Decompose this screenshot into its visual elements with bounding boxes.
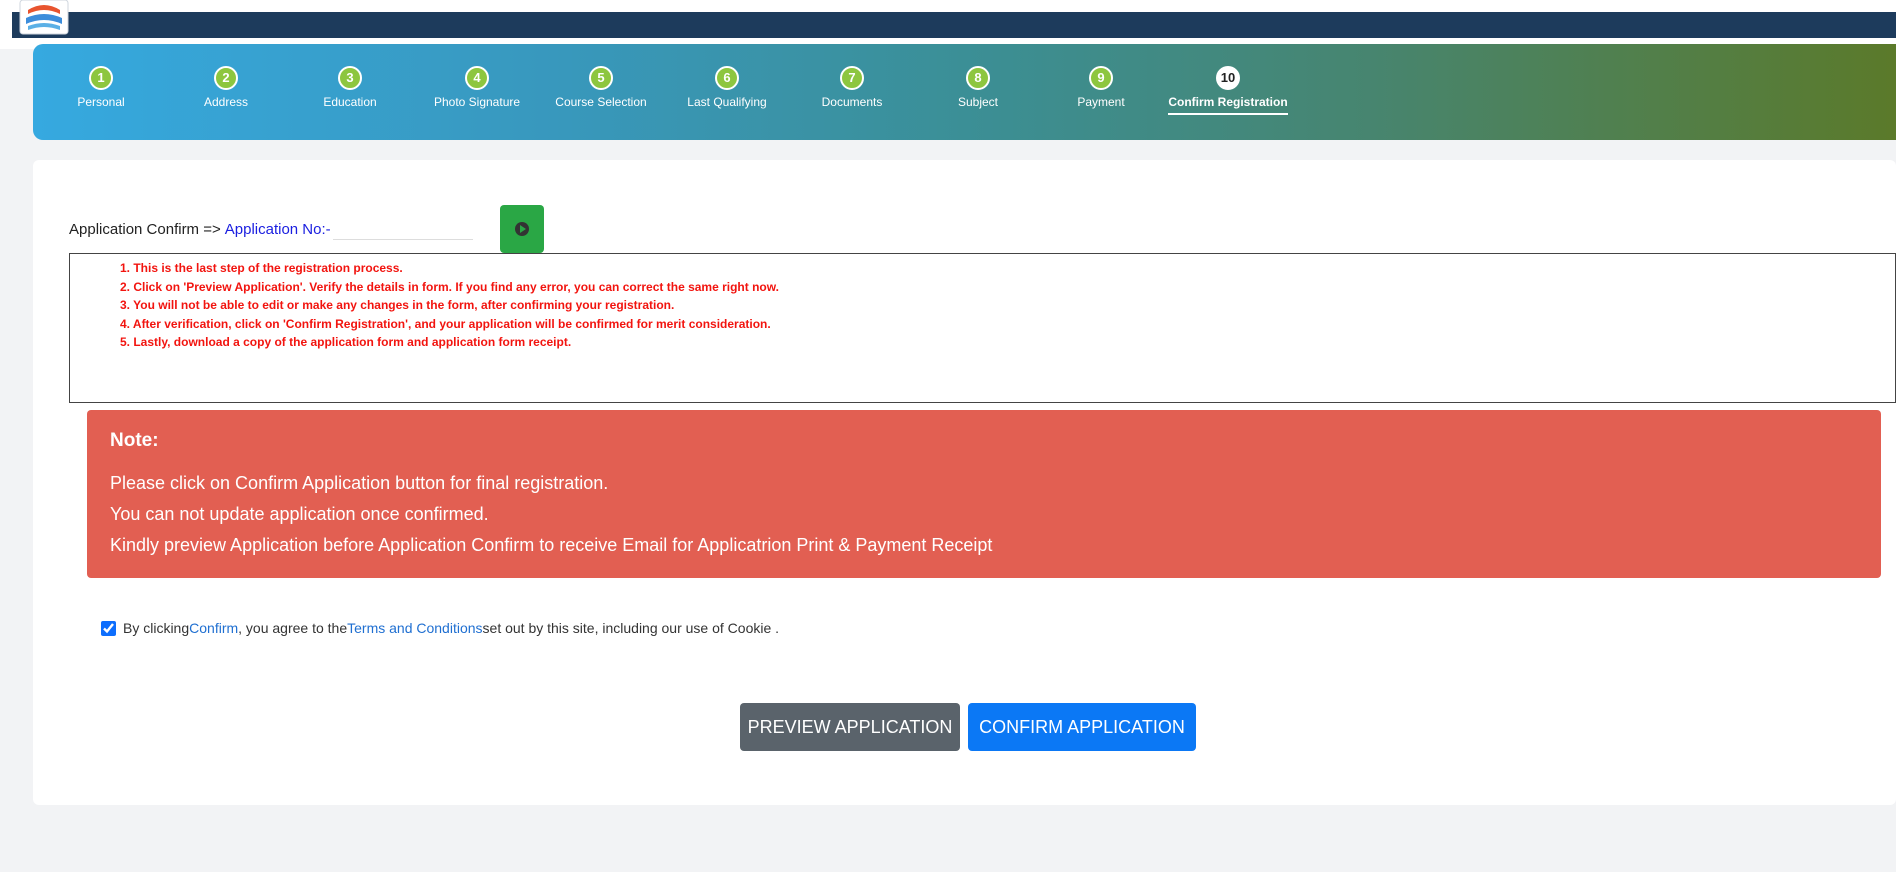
step-photo-signature[interactable]: 4 Photo Signature (417, 66, 537, 111)
step-number: 4 (465, 66, 489, 90)
step-label: Last Qualifying (687, 95, 767, 109)
step-course-selection[interactable]: 5 Course Selection (541, 66, 661, 111)
step-personal[interactable]: 1 Personal (41, 66, 161, 111)
step-address[interactable]: 2 Address (166, 66, 286, 111)
preview-application-button[interactable]: PREVIEW APPLICATION (740, 703, 960, 751)
step-label: Address (203, 95, 249, 109)
step-confirm-registration[interactable]: 10 Confirm Registration (1168, 66, 1288, 115)
instruction-item: 4. After verification, click on 'Confirm… (120, 316, 771, 331)
play-icon (515, 222, 529, 236)
step-education[interactable]: 3 Education (290, 66, 410, 111)
instruction-item: 5. Lastly, download a copy of the applic… (120, 335, 572, 349)
step-number: 9 (1089, 66, 1113, 90)
terms-checkbox[interactable] (101, 620, 116, 636)
step-label: Documents (821, 95, 883, 109)
step-number: 3 (338, 66, 362, 90)
step-number: 8 (966, 66, 990, 90)
instruction-item: 2. Click on 'Preview Application'. Verif… (120, 279, 779, 294)
note-title: Note: (110, 430, 159, 451)
step-label: Payment (1077, 95, 1125, 109)
application-number-field (332, 218, 473, 240)
application-confirm-line: Application Confirm => Application No:- (69, 218, 473, 240)
terms-agreement: By clicking Confirm , you agree to the T… (101, 620, 779, 636)
confirm-prefix: Application Confirm => (69, 220, 221, 238)
application-number-label: Application No:- (224, 220, 331, 238)
step-number: 1 (89, 66, 113, 90)
step-label: Course Selection (555, 95, 647, 109)
top-header (0, 0, 1896, 49)
confirm-link[interactable]: Confirm (189, 620, 238, 636)
step-number: 6 (715, 66, 739, 90)
terms-link[interactable]: Terms and Conditions (347, 620, 482, 636)
instruction-item: 1. This is the last step of the registra… (120, 261, 403, 275)
confirm-application-button[interactable]: CONFIRM APPLICATION (968, 703, 1196, 751)
step-number: 10 (1216, 66, 1240, 90)
note-line: Kindly preview Application before Applic… (110, 535, 993, 555)
instruction-item: 3. You will not be able to edit or make … (120, 298, 675, 312)
step-subject[interactable]: 8 Subject (918, 66, 1038, 111)
step-number: 5 (589, 66, 613, 90)
step-documents[interactable]: 7 Documents (792, 66, 912, 111)
step-label: Education (323, 95, 377, 109)
agree-text: set out by this site, including our use … (482, 620, 780, 636)
step-label: Personal (77, 95, 125, 109)
step-number: 2 (214, 66, 238, 90)
confirmation-card: Application Confirm => Application No:- … (33, 160, 1896, 805)
step-payment[interactable]: 9 Payment (1041, 66, 1161, 111)
site-logo-icon (19, 0, 69, 35)
header-bar (12, 12, 1896, 38)
play-button[interactable] (500, 205, 544, 253)
step-label: Confirm Registration (1168, 95, 1288, 115)
step-label: Photo Signature (433, 95, 521, 109)
registration-stepper: 1 Personal 2 Address 3 Education 4 Photo… (33, 44, 1896, 140)
note-alert: Note: Please click on Confirm Applicatio… (87, 410, 1881, 578)
step-last-qualifying[interactable]: 6 Last Qualifying (667, 66, 787, 111)
note-line: You can not update application once conf… (110, 504, 489, 524)
agree-text: By clicking (123, 620, 190, 636)
agree-text: , you agree to the (238, 620, 348, 636)
instructions-box: 1. This is the last step of the registra… (69, 253, 1896, 403)
note-line: Please click on Confirm Application butt… (110, 473, 609, 493)
step-label: Subject (957, 95, 999, 109)
instructions-list: 1. This is the last step of the registra… (70, 254, 1895, 352)
step-number: 7 (840, 66, 864, 90)
